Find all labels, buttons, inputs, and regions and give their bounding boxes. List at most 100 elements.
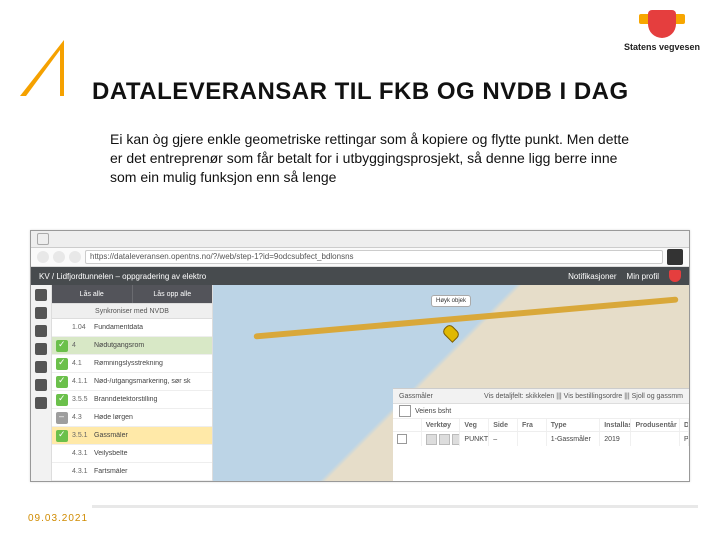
settings-icon[interactable] xyxy=(667,249,683,265)
check-icon[interactable] xyxy=(56,448,68,460)
row-number: 1.04 xyxy=(72,324,90,331)
embedded-screenshot: https://dataleveransen.opentns.no/?/web/… xyxy=(30,230,690,482)
sidebar-item[interactable]: 4.1 Rømningslysstrekning xyxy=(52,355,212,373)
check-icon[interactable] xyxy=(56,358,68,370)
browser-titlebar xyxy=(31,231,689,248)
sidebar-item[interactable]: 4.3.1 Veilysbelte xyxy=(52,445,212,463)
layers-icon[interactable] xyxy=(35,307,47,319)
brand-shield-icon xyxy=(669,270,681,282)
map-tooltip: Høyk objek xyxy=(431,295,471,307)
window-button[interactable] xyxy=(37,233,49,245)
sidebar-item[interactable]: 4.3.1 Fartsmåler xyxy=(52,463,212,481)
sidebar-item[interactable]: 4.1.1 Nød-/utgangsmarkering, sør sk xyxy=(52,373,212,391)
column-header[interactable]: Produsentår xyxy=(631,419,680,431)
row-number: 4.1 xyxy=(72,360,90,367)
row-label: Rømningslysstrekning xyxy=(94,360,208,367)
url-input[interactable]: https://dataleveransen.opentns.no/?/web/… xyxy=(85,250,663,264)
header-notifications[interactable]: Notifikasjoner xyxy=(568,272,616,281)
header-profile[interactable]: Min profil xyxy=(627,272,659,281)
detail-panel: Gassmåler Vis detaljfelt: skikkelen ||| … xyxy=(393,388,689,481)
browser-urlbar: https://dataleveransen.opentns.no/?/web/… xyxy=(31,248,689,267)
cell: 1-Gassmåler xyxy=(547,432,600,446)
column-header[interactable]: Veg xyxy=(460,419,489,431)
detail-toolbar[interactable]: Vis detaljfelt: skikkelen ||| Vis bestil… xyxy=(484,393,683,400)
column-header[interactable]: Fra xyxy=(518,419,547,431)
row-label: Fartsmåler xyxy=(94,468,208,475)
sidebar-item[interactable]: 4 Nødutgangsrom xyxy=(52,337,212,355)
check-icon[interactable] xyxy=(56,322,68,334)
row-label: Nød-/utgangsmarkering, sør sk xyxy=(94,378,208,385)
tool-icon[interactable] xyxy=(426,434,437,445)
logo-text: Statens vegvesen xyxy=(624,42,700,52)
unlock-all-button[interactable]: Lås opp alle xyxy=(132,285,213,303)
lock-all-button[interactable]: Lås alle xyxy=(52,285,132,303)
logo: Statens vegvesen xyxy=(624,10,700,52)
column-header[interactable]: Driftsmerking xyxy=(680,419,689,431)
body-paragraph: Ei kan òg gjere enkle geometriske rettin… xyxy=(110,130,630,187)
detail-subtitle: Veiens bsht xyxy=(415,408,451,415)
home-icon[interactable] xyxy=(35,289,47,301)
page-title: DATALEVERANSAR TIL FKB OG NVDB I DAG xyxy=(92,78,629,106)
expand-icon[interactable] xyxy=(399,405,411,417)
column-header[interactable]: Type xyxy=(547,419,600,431)
export-icon[interactable] xyxy=(35,379,47,391)
tool-icon[interactable] xyxy=(439,434,450,445)
detail-title: Gassmåler xyxy=(399,393,433,400)
check-icon[interactable] xyxy=(56,376,68,388)
row-label: Gassmåler xyxy=(94,432,208,439)
row-checkbox[interactable] xyxy=(397,434,407,444)
cell xyxy=(518,432,547,446)
cell: – xyxy=(489,432,518,446)
column-header[interactable]: Verktøy xyxy=(422,419,461,431)
row-number: 3.5.5 xyxy=(72,396,90,403)
row-number: 4.3.1 xyxy=(72,468,90,475)
cell xyxy=(631,432,680,446)
sidebar: Lås alle Lås opp alle Synkroniser med NV… xyxy=(52,285,213,481)
accent-corner xyxy=(20,40,64,96)
column-header[interactable]: Installasjonsdato xyxy=(600,419,631,431)
check-icon[interactable] xyxy=(56,394,68,406)
column-header[interactable]: Side xyxy=(489,419,518,431)
row-label: Fundamentdata xyxy=(94,324,208,331)
breadcrumb: KV / Lidfjordtunnelen – oppgradering av … xyxy=(39,272,206,281)
row-label: Høde lørgen xyxy=(94,414,208,421)
back-icon[interactable] xyxy=(37,251,49,263)
row-label: Branndetektorstilling xyxy=(94,396,208,403)
map-area[interactable]: Høyk objek Gassmåler Vis detaljfelt: ski… xyxy=(213,285,689,481)
row-number: 4 xyxy=(72,342,90,349)
sidebar-item[interactable]: 4.3 Høde lørgen xyxy=(52,409,212,427)
row-number: 3.5.1 xyxy=(72,432,90,439)
check-icon[interactable] xyxy=(56,430,68,442)
forward-icon[interactable] xyxy=(53,251,65,263)
tool-icon[interactable] xyxy=(452,434,461,445)
row-label: Nødutgangsrom xyxy=(94,342,208,349)
sidebar-item[interactable]: 3.5.1 Gassmåler xyxy=(52,427,212,445)
cell: På jor_3200 xyxy=(680,432,689,446)
column-header[interactable] xyxy=(393,419,422,431)
cell: PUNKT 1 xyxy=(460,432,489,446)
warning-icon[interactable] xyxy=(35,397,47,409)
sidebar-item[interactable]: 3.5.5 Branndetektorstilling xyxy=(52,391,212,409)
sidebar-item[interactable]: 1.04 Fundamentdata xyxy=(52,319,212,337)
sync-button[interactable]: Synkroniser med NVDB xyxy=(52,304,212,319)
reload-icon[interactable] xyxy=(69,251,81,263)
list-icon[interactable] xyxy=(35,361,47,373)
row-number: 4.3 xyxy=(72,414,90,421)
row-number: 4.3.1 xyxy=(72,450,90,457)
cell[interactable] xyxy=(393,432,422,446)
map-marker-icon[interactable] xyxy=(441,323,461,343)
check-icon[interactable] xyxy=(56,412,68,424)
check-icon[interactable] xyxy=(56,340,68,352)
footer-divider xyxy=(92,505,698,508)
map-icon[interactable] xyxy=(35,325,47,337)
check-icon[interactable] xyxy=(56,466,68,478)
cell[interactable] xyxy=(422,432,461,446)
filter-icon[interactable] xyxy=(35,343,47,355)
footer-date: 09.03.2021 xyxy=(28,513,88,524)
app-header: KV / Lidfjordtunnelen – oppgradering av … xyxy=(31,267,689,285)
row-label: Veilysbelte xyxy=(94,450,208,457)
toolstrip xyxy=(31,285,52,481)
row-number: 4.1.1 xyxy=(72,378,90,385)
cell: 2019 xyxy=(600,432,631,446)
logo-mark xyxy=(643,10,681,40)
